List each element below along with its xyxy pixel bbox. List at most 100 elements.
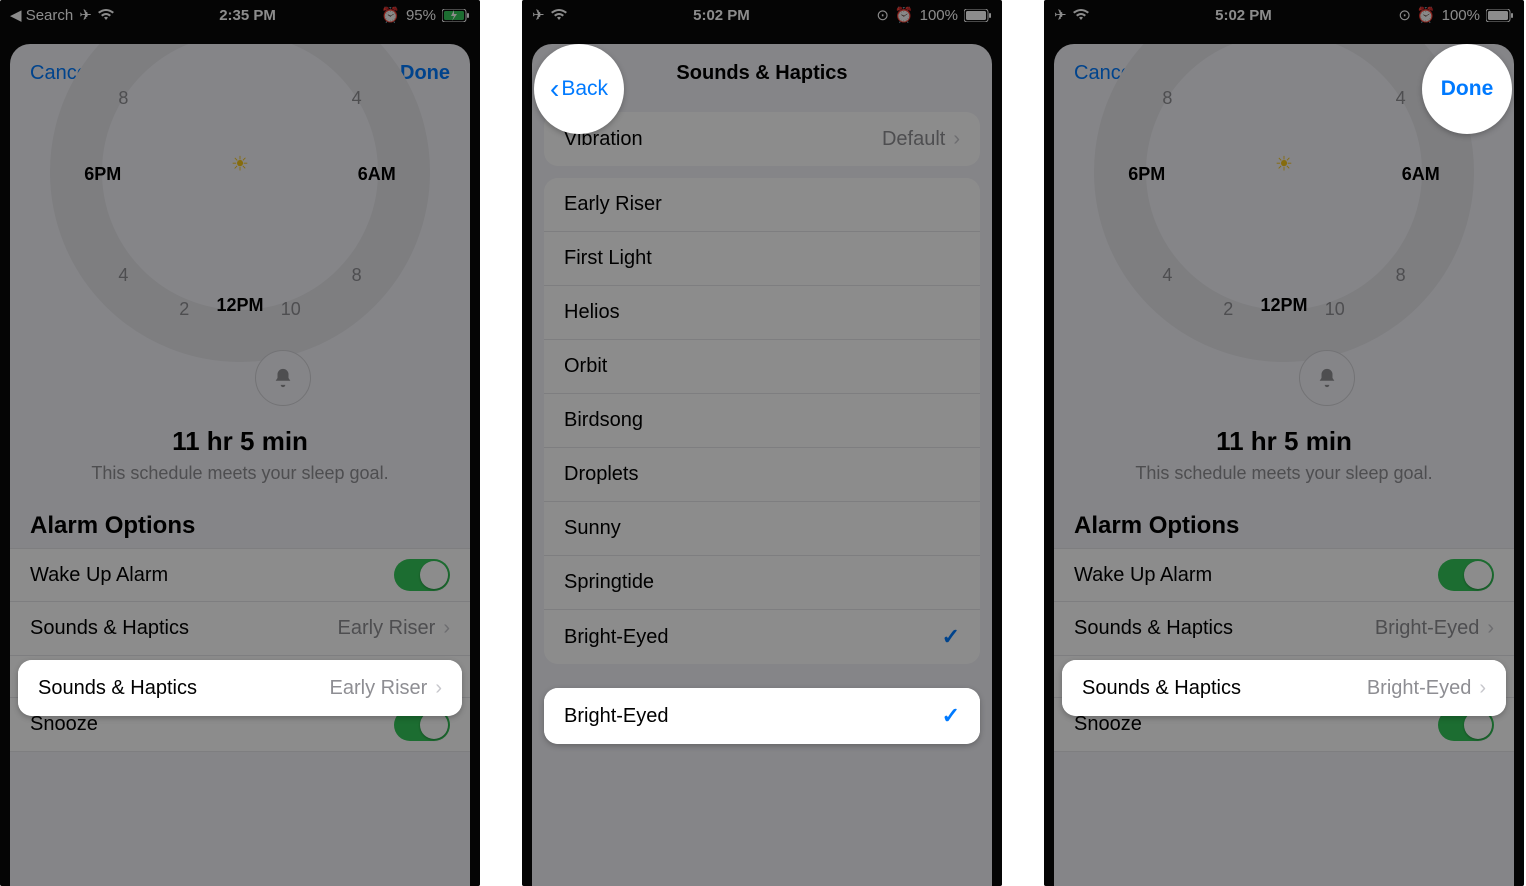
status-time: 2:35 PM bbox=[219, 7, 276, 24]
sounds-haptics-sheet: ‹ Back Sounds & Haptics Vibration Defaul… bbox=[532, 44, 992, 886]
battery-icon bbox=[1486, 9, 1514, 22]
battery-icon bbox=[442, 9, 470, 22]
battery-icon bbox=[964, 9, 992, 22]
sound-option[interactable]: Droplets bbox=[544, 448, 980, 502]
sound-label: Helios bbox=[564, 301, 620, 324]
checkmark-icon: ✓ bbox=[942, 703, 960, 729]
sound-option-dim[interactable]: Bright-Eyed ✓ bbox=[544, 610, 980, 664]
sound-option[interactable]: Early Riser bbox=[544, 178, 980, 232]
sounds-haptics-row[interactable]: Sounds & Haptics Early Riser › bbox=[18, 660, 462, 716]
tick-10: 10 bbox=[281, 299, 301, 320]
tick-8: 8 bbox=[1162, 88, 1172, 109]
sound-option[interactable]: Birdsong bbox=[544, 394, 980, 448]
alarm-icon: ⏰ bbox=[381, 6, 400, 24]
screenshot-1: ◀ Search ✈ 2:35 PM ⏰ 95% Cancel Done 12P… bbox=[0, 0, 480, 886]
sounds-haptics-row-dim[interactable]: Sounds & Haptics Bright-Eyed › bbox=[1054, 602, 1514, 656]
tick-6am: 6AM bbox=[1402, 164, 1440, 185]
sound-label: Springtide bbox=[564, 571, 654, 594]
sound-option[interactable]: Orbit bbox=[544, 340, 980, 394]
status-bar: ✈ 5:02 PM ⊙ ⏰ 100% bbox=[522, 0, 1002, 30]
vibration-value: Default bbox=[882, 128, 945, 151]
chevron-left-icon: ‹ bbox=[550, 75, 559, 103]
sound-label: Early Riser bbox=[564, 193, 662, 216]
sounds-haptics-row[interactable]: Sounds & Haptics Bright-Eyed › bbox=[1062, 660, 1506, 716]
sound-option[interactable]: Springtide bbox=[544, 556, 980, 610]
sound-label: Bright-Eyed bbox=[564, 705, 669, 728]
tick-6pm: 6PM bbox=[1128, 164, 1165, 185]
sun-icon: ☀ bbox=[231, 152, 249, 177]
chevron-right-icon: › bbox=[1487, 617, 1494, 640]
done-label: Done bbox=[1441, 77, 1494, 101]
wake-up-alarm-row: Wake Up Alarm bbox=[1054, 548, 1514, 602]
sounds-haptics-label: Sounds & Haptics bbox=[1074, 617, 1233, 640]
status-bar: ✈ 5:02 PM ⊙ ⏰ 100% bbox=[1044, 0, 1524, 30]
back-label: Back bbox=[561, 77, 608, 101]
done-button[interactable]: Done bbox=[1422, 44, 1512, 134]
chevron-right-icon: › bbox=[443, 617, 450, 640]
tick-2: 2 bbox=[1223, 299, 1233, 320]
sleep-dial[interactable]: 12PM 6PM 6AM 8 4 4 8 2 10 ☀ bbox=[1099, 102, 1469, 402]
sounds-haptics-value: Bright-Eyed bbox=[1375, 617, 1480, 640]
wake-handle[interactable] bbox=[1299, 350, 1355, 406]
chevron-right-icon: › bbox=[1479, 677, 1486, 700]
status-bar: ◀ Search ✈ 2:35 PM ⏰ 95% bbox=[0, 0, 480, 30]
sun-icon: ☀ bbox=[1275, 152, 1293, 177]
duration-label: 11 hr 5 min bbox=[1084, 426, 1484, 457]
wake-up-toggle[interactable] bbox=[1438, 559, 1494, 591]
sound-option[interactable]: Helios bbox=[544, 286, 980, 340]
wake-up-toggle[interactable] bbox=[394, 559, 450, 591]
tick-6am: 6AM bbox=[358, 164, 396, 185]
battery-pct: 95% bbox=[406, 7, 436, 24]
sound-option-selected[interactable]: Bright-Eyed ✓ bbox=[544, 688, 980, 744]
sounds-haptics-label: Sounds & Haptics bbox=[30, 617, 189, 640]
sound-label: First Light bbox=[564, 247, 652, 270]
sound-label: Droplets bbox=[564, 463, 638, 486]
status-time: 5:02 PM bbox=[693, 7, 750, 24]
sounds-haptics-label: Sounds & Haptics bbox=[1082, 677, 1241, 700]
tick-12pm: 12PM bbox=[216, 295, 263, 316]
sounds-haptics-value: Early Riser bbox=[338, 617, 436, 640]
alarm-options-header: Alarm Options bbox=[1054, 484, 1514, 548]
wifi-icon bbox=[1073, 9, 1089, 21]
tick-12pm: 12PM bbox=[1260, 295, 1307, 316]
screenshot-3: ✈ 5:02 PM ⊙ ⏰ 100% Cancel Done 12PM 6 bbox=[1044, 0, 1524, 886]
edit-sleep-sheet: Cancel Done 12PM 6PM 6AM 8 4 4 8 2 10 ☀ bbox=[1054, 44, 1514, 886]
goal-label: This schedule meets your sleep goal. bbox=[1084, 463, 1484, 484]
tick-8b: 8 bbox=[1396, 265, 1406, 286]
sound-label: Sunny bbox=[564, 517, 621, 540]
wake-handle[interactable] bbox=[255, 350, 311, 406]
chevron-right-icon: › bbox=[953, 128, 960, 151]
alarm-options-header: Alarm Options bbox=[10, 484, 470, 548]
tick-4: 4 bbox=[1162, 265, 1172, 286]
status-time: 5:02 PM bbox=[1215, 7, 1272, 24]
wifi-icon bbox=[551, 9, 567, 21]
sounds-haptics-value: Bright-Eyed bbox=[1367, 677, 1472, 700]
duration-label: 11 hr 5 min bbox=[40, 426, 440, 457]
back-to-app[interactable]: ◀ Search bbox=[10, 6, 73, 24]
tick-4b: 4 bbox=[352, 88, 362, 109]
sound-option[interactable]: Sunny bbox=[544, 502, 980, 556]
tick-4: 4 bbox=[118, 265, 128, 286]
back-button[interactable]: ‹ Back bbox=[534, 44, 624, 134]
sound-label: Orbit bbox=[564, 355, 607, 378]
sounds-haptics-value: Early Riser bbox=[330, 677, 428, 700]
sounds-haptics-label: Sounds & Haptics bbox=[38, 677, 197, 700]
screenshot-2: ✈ 5:02 PM ⊙ ⏰ 100% ‹ Back Sounds & Hapti… bbox=[522, 0, 1002, 886]
snooze-label: Snooze bbox=[1074, 713, 1142, 736]
checkmark-icon: ✓ bbox=[942, 624, 960, 650]
snooze-label: Snooze bbox=[30, 713, 98, 736]
wake-up-alarm-label: Wake Up Alarm bbox=[30, 564, 168, 587]
goal-label: This schedule meets your sleep goal. bbox=[40, 463, 440, 484]
tick-2: 2 bbox=[179, 299, 189, 320]
wifi-icon bbox=[98, 9, 114, 21]
sounds-haptics-row-dim[interactable]: Sounds & Haptics Early Riser › bbox=[10, 602, 470, 656]
airplane-icon: ✈ bbox=[79, 6, 92, 24]
sound-label: Bright-Eyed bbox=[564, 626, 669, 649]
sound-label: Birdsong bbox=[564, 409, 643, 432]
tick-10: 10 bbox=[1325, 299, 1345, 320]
alarm-icon: ⏰ bbox=[895, 6, 914, 24]
tick-6pm: 6PM bbox=[84, 164, 121, 185]
sleep-dial[interactable]: 12PM 6PM 6AM 8 4 4 8 2 10 ☀ bbox=[55, 102, 425, 402]
orientation-lock-icon: ⊙ bbox=[1398, 6, 1411, 24]
sound-option[interactable]: First Light bbox=[544, 232, 980, 286]
